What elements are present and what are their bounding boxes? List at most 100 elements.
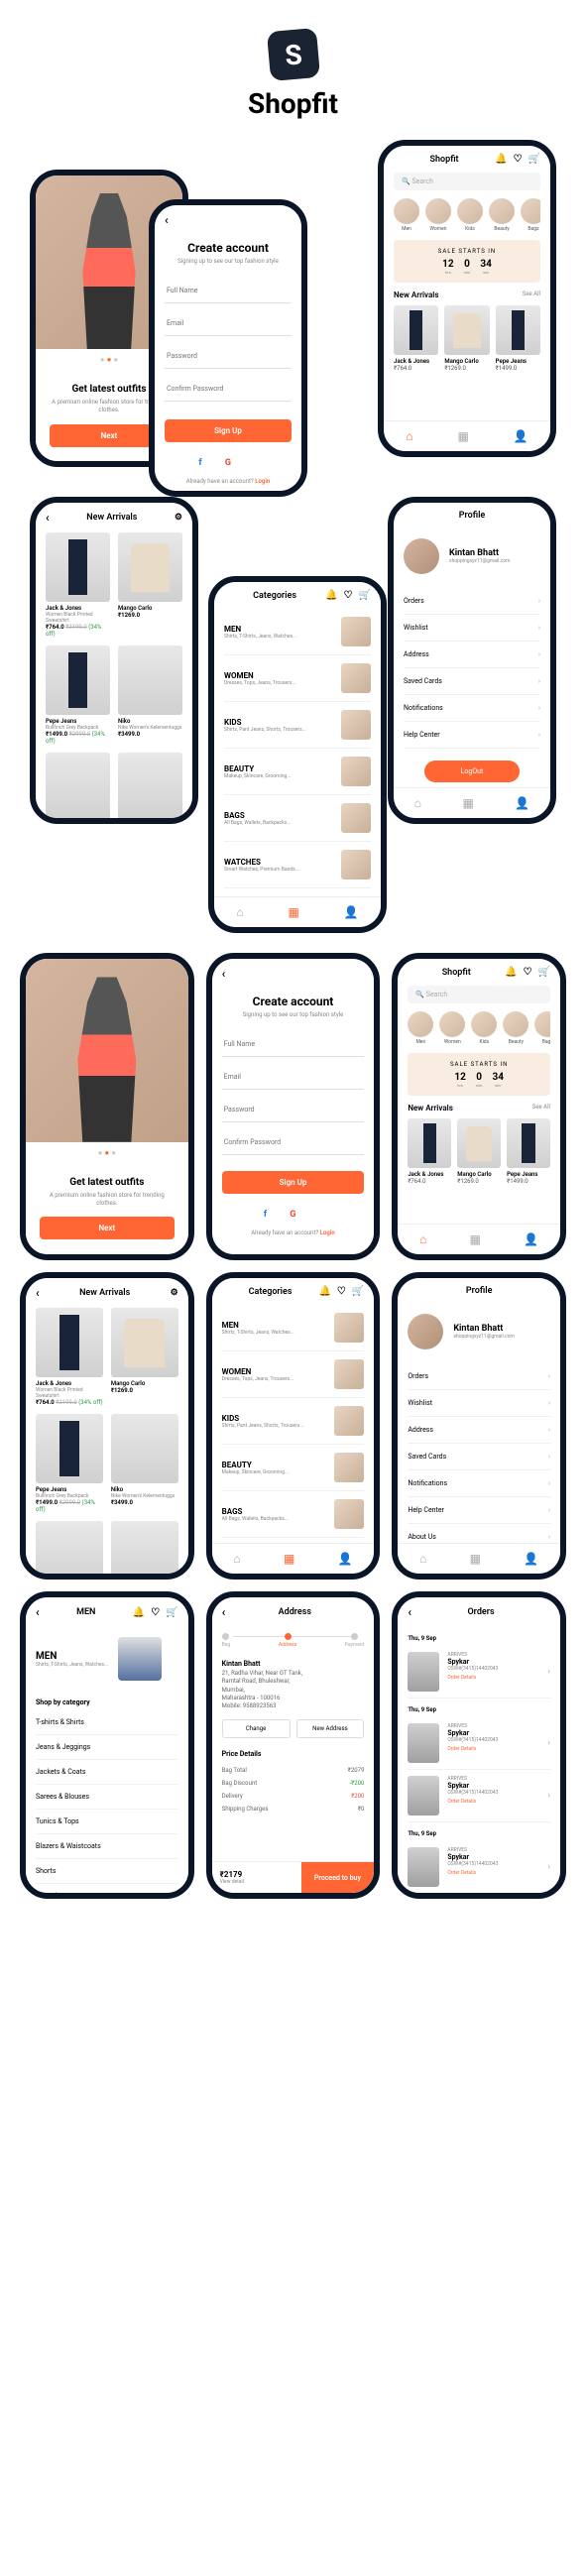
full-name-field[interactable] [165, 279, 292, 303]
cart-icon[interactable]: 🛒 [528, 154, 540, 165]
men-category-item[interactable]: Sarees & Blouses [36, 1785, 178, 1810]
profile-item[interactable]: Help Center› [404, 722, 540, 749]
men-category-item[interactable]: Blazers & Waistcoats [36, 1834, 178, 1859]
order-item[interactable]: ARRIVESSpykarOSW#(3415)14402043Order Det… [408, 1841, 550, 1893]
search-input[interactable]: 🔍 Search [394, 173, 540, 190]
category-item[interactable]: BAGSAll Bags, Wallets, Backpacks... [224, 795, 371, 842]
nav-profile-icon[interactable]: 👤 [515, 796, 529, 810]
nav-home-icon[interactable]: ⌂ [414, 796, 421, 810]
category-item[interactable]: WATCHESSmart Watches, Premium Bands... [224, 842, 371, 888]
profile-item[interactable]: Help Center› [408, 1497, 550, 1524]
category-item[interactable]: KIDSShirts, Pant Jeans, Shorts, Trousers… [224, 702, 371, 749]
category-item[interactable]: BEAUTYMakeup, Skincare, Grooming... [224, 749, 371, 795]
category-item[interactable]: WOMENDresses, Tops, Jeans, Trousers... [222, 1351, 365, 1398]
back-icon[interactable]: ‹ [46, 511, 50, 525]
profile-item[interactable]: About Us› [408, 1524, 550, 1543]
back-icon[interactable]: ‹ [222, 967, 226, 981]
confirm-password-field[interactable] [222, 1130, 365, 1155]
facebook-icon[interactable]: f [193, 456, 207, 470]
email-field[interactable] [222, 1065, 365, 1090]
order-item[interactable]: ARRIVESSpykarOSW#(3415)14402043Order Det… [408, 1770, 550, 1822]
bell-icon[interactable]: 🔔 [325, 590, 337, 601]
men-category-item[interactable]: Shorts [36, 1859, 178, 1884]
nav-grid-icon[interactable]: ▦ [462, 796, 473, 810]
email-field[interactable] [165, 311, 292, 336]
nav-home-icon[interactable]: ⌂ [236, 905, 243, 919]
bell-icon[interactable]: 🔔 [495, 154, 507, 165]
next-button[interactable]: Next [40, 1217, 175, 1239]
cart-icon[interactable]: 🛒 [538, 967, 550, 978]
apple-icon[interactable] [313, 1208, 327, 1222]
bell-icon[interactable]: 🔔 [505, 967, 517, 978]
men-category-item[interactable]: Jeans & Jeggings [36, 1735, 178, 1760]
category-item[interactable]: BAGSAll Bags, Wallets, Backpacks... [222, 1491, 365, 1538]
nav-profile-icon[interactable]: 👤 [514, 429, 528, 443]
category-item[interactable]: KIDSShirts, Pant Jeans, Shorts, Trousers… [222, 1398, 365, 1445]
nav-profile-icon[interactable]: 👤 [344, 905, 359, 919]
logout-button[interactable]: LogOut [424, 761, 521, 782]
order-item[interactable]: ARRIVESSpykarOSW#(3415)14402043Order Det… [408, 1717, 550, 1770]
apple-icon[interactable] [249, 456, 263, 470]
phone-create-account: ‹Create accountSigning up to see our top… [206, 953, 381, 1260]
product-card[interactable]: Mango Carlo₹1269.0 [118, 532, 182, 638]
men-category-item[interactable]: T-shirts & Shirts [36, 1710, 178, 1735]
profile-item[interactable]: Address› [404, 642, 540, 668]
profile-item[interactable]: Orders› [408, 1363, 550, 1390]
product-card[interactable]: Jack & Jones₹764.0 [394, 305, 438, 372]
google-icon[interactable]: G [221, 456, 235, 470]
signup-button[interactable]: Sign Up [165, 419, 292, 442]
profile-item[interactable]: Notifications› [408, 1470, 550, 1497]
profile-item[interactable]: Saved Cards› [404, 668, 540, 695]
see-all-link[interactable]: See All [523, 291, 540, 299]
product-card[interactable]: Pepe Jeans₹1499.0 [496, 305, 540, 372]
category-item[interactable]: HOME & LIVINGTowels, Blankets, Bedsheets… [224, 888, 371, 896]
cat-kids[interactable]: Kids [457, 198, 483, 232]
category-item[interactable]: BEAUTYMakeup, Skincare, Grooming... [222, 1445, 365, 1491]
search-input[interactable]: 🔍 Search [408, 986, 550, 1003]
nav-grid-icon[interactable]: ▦ [288, 905, 298, 919]
new-address-button[interactable]: New Address [296, 1719, 365, 1738]
back-icon[interactable]: ‹ [165, 213, 169, 227]
product-card[interactable]: Mango Carlo₹1269.0 [444, 305, 489, 372]
confirm-password-field[interactable] [165, 377, 292, 402]
cat-men[interactable]: Men [394, 198, 419, 232]
cart-icon[interactable]: 🛒 [359, 590, 371, 601]
category-item[interactable]: MENShirts, T-Shirts, Jeans, Watches... [224, 609, 371, 655]
profile-item[interactable]: Wishlist› [408, 1390, 550, 1417]
profile-item[interactable]: Address› [408, 1417, 550, 1444]
password-field[interactable] [165, 344, 292, 369]
proceed-button[interactable]: Proceed to buy [301, 1862, 375, 1893]
facebook-icon[interactable]: f [258, 1208, 272, 1222]
category-item[interactable]: MENShirts, T-Shirts, Jeans, Watches... [222, 1305, 365, 1351]
men-category-item[interactable]: Tunics & Tops [36, 1810, 178, 1834]
change-button[interactable]: Change [222, 1719, 291, 1738]
heart-icon[interactable]: ♡ [524, 967, 532, 978]
profile-item[interactable]: Saved Cards› [408, 1444, 550, 1470]
google-icon[interactable]: G [286, 1208, 299, 1222]
heart-icon[interactable]: ♡ [344, 590, 353, 601]
nav-grid-icon[interactable]: ▦ [457, 429, 468, 443]
product-card[interactable]: Pepe JeansBullfinch Grey Backpack₹1499.0… [46, 645, 110, 745]
profile-item[interactable]: Wishlist› [404, 615, 540, 642]
nav-home-icon[interactable]: ⌂ [406, 429, 412, 443]
product-card[interactable] [118, 753, 182, 818]
cat-bags[interactable]: Bags [521, 198, 540, 232]
login-link[interactable]: Already have an account? Login [165, 478, 292, 485]
profile-item[interactable]: Orders› [404, 588, 540, 615]
men-category-item[interactable]: Jackets & Coats [36, 1760, 178, 1785]
view-detail-link[interactable]: View detail [220, 1879, 293, 1885]
heart-icon[interactable]: ♡ [514, 154, 523, 165]
product-card[interactable]: NikoNike Women's Kelementuggs₹3499.0 [118, 645, 182, 745]
filter-icon[interactable]: ⚙ [175, 513, 182, 523]
category-item[interactable]: WOMENDresses, Tops, Jeans, Trousers... [224, 655, 371, 702]
cat-women[interactable]: Women [425, 198, 451, 232]
product-card[interactable] [46, 753, 110, 818]
cat-beauty[interactable]: Beauty [489, 198, 515, 232]
order-item[interactable]: ARRIVESSpykarOSW#(3415)14402043Order Det… [408, 1646, 550, 1698]
product-card[interactable]: Jack & JonesWomen Black Printed Sweatshi… [46, 532, 110, 638]
men-category-item[interactable]: Lingerie [36, 1884, 178, 1893]
full-name-field[interactable] [222, 1032, 365, 1057]
password-field[interactable] [222, 1098, 365, 1122]
profile-item[interactable]: Notifications› [404, 695, 540, 722]
signup-button[interactable]: Sign Up [222, 1171, 365, 1194]
